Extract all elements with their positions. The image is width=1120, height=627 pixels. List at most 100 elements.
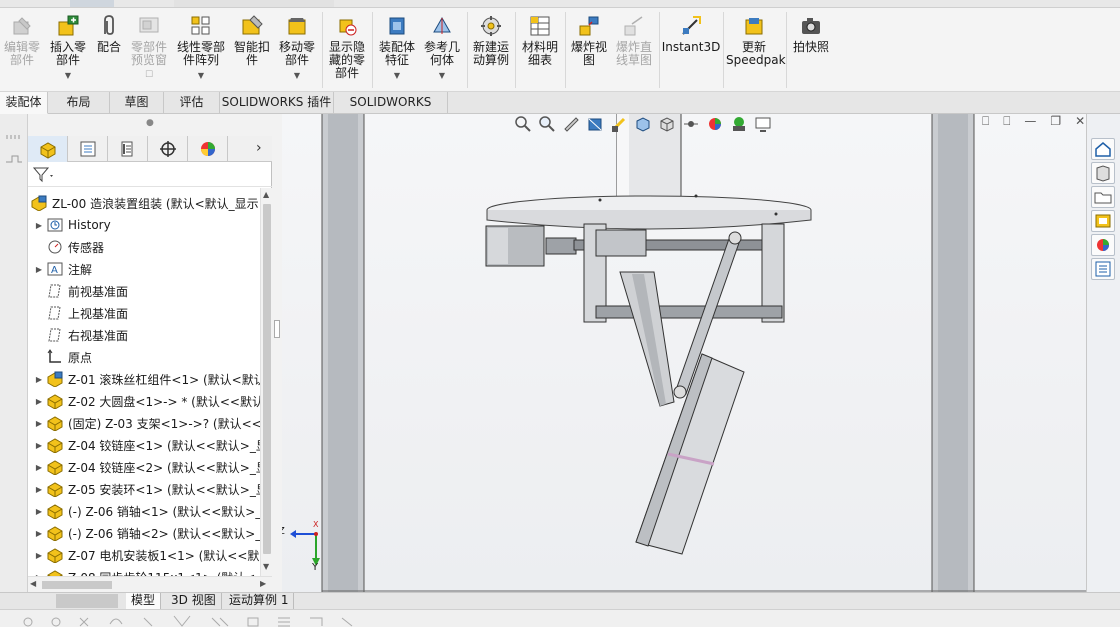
- expand-arrow-icon[interactable]: ▶: [32, 375, 46, 384]
- linear-pattern-button[interactable]: 线性零部件阵列 ▼: [174, 14, 228, 82]
- assembly-features-button[interactable]: 装配体特征 ▼: [376, 14, 418, 82]
- graphics-area[interactable]: ⎕ ⎕ — ❐ ✕ Z Y X: [282, 114, 1086, 592]
- section-view-icon[interactable]: [586, 115, 604, 133]
- close-icon[interactable]: ✕: [1075, 114, 1085, 134]
- appearances-tab[interactable]: [1091, 234, 1115, 256]
- show-hidden-components-button[interactable]: 显示隐藏的零部件: [326, 14, 368, 80]
- scroll-right-icon[interactable]: ▶: [260, 579, 266, 588]
- move-component-button[interactable]: 移动零部件 ▼: [277, 14, 317, 82]
- tree-node[interactable]: ▶ (-) Z-06 销轴<2> (默认<<默认>_: [28, 522, 260, 544]
- update-speedpak-button[interactable]: 更新Speedpak: [726, 14, 786, 67]
- dimxpert-tab[interactable]: [148, 136, 188, 162]
- bill-of-materials-button[interactable]: 材料明细表: [518, 14, 562, 67]
- tree-node[interactable]: ▶ History: [28, 214, 111, 236]
- property-manager-tab[interactable]: [68, 136, 108, 162]
- expand-arrow-icon[interactable]: ▶: [32, 551, 46, 560]
- hide-show-items-icon[interactable]: [682, 115, 700, 133]
- instant3d-button[interactable]: Instant3D: [662, 14, 720, 54]
- vertical-scrollbar[interactable]: ▲ ▼: [260, 188, 272, 576]
- tree-node[interactable]: ▶ Z-05 安装环<1> (默认<<默认>_显: [28, 478, 260, 500]
- tree-node[interactable]: ▶ Z-04 铰链座<2> (默认<<默认>_显: [28, 456, 260, 478]
- display-style-icon[interactable]: [658, 115, 676, 133]
- expand-arrow-icon[interactable]: ▶: [32, 397, 46, 406]
- gutter-icon[interactable]: [0, 128, 28, 188]
- dynamic-annotation-icon[interactable]: [610, 115, 628, 133]
- tab-solidworks-addins[interactable]: SOLIDWORKS 插件: [220, 92, 334, 114]
- view-orientation-icon[interactable]: [634, 115, 652, 133]
- tree-node[interactable]: ▶ Z-04 铰链座<1> (默认<<默认>_显: [28, 434, 260, 456]
- split-right-icon[interactable]: ⎕: [1003, 114, 1010, 134]
- chevron-down-icon[interactable]: ▼: [294, 69, 300, 82]
- take-snapshot-button[interactable]: 拍快照: [790, 14, 832, 54]
- tree-node[interactable]: ▶ Z-01 滚珠丝杠组件<1> (默认<默认: [28, 368, 260, 390]
- custom-properties-tab[interactable]: [1091, 258, 1115, 280]
- smart-fasteners-button[interactable]: 智能扣件: [232, 14, 272, 67]
- expand-arrow-icon[interactable]: ▶: [32, 265, 46, 274]
- chevron-down-icon[interactable]: ▼: [65, 69, 71, 82]
- design-library-tab[interactable]: [1091, 162, 1115, 184]
- view-palette-tab[interactable]: [1091, 210, 1115, 232]
- chevron-down-icon[interactable]: ▼: [198, 69, 204, 82]
- configuration-manager-tab[interactable]: [108, 136, 148, 162]
- feature-manager-tab[interactable]: [28, 136, 68, 162]
- restore-icon[interactable]: ❐: [1050, 114, 1061, 134]
- scrollbar-thumb[interactable]: [42, 581, 112, 589]
- display-manager-tab[interactable]: [188, 136, 228, 162]
- quick-access-tools[interactable]: [174, 0, 334, 7]
- tree-node[interactable]: 前视基准面: [28, 280, 128, 302]
- chevron-down-icon[interactable]: ▼: [394, 69, 400, 82]
- tree-node[interactable]: ▶ (-) Z-06 销轴<1> (默认<<默认>_: [28, 500, 260, 522]
- mate-button[interactable]: 配合: [94, 14, 124, 54]
- explode-line-sketch-button[interactable]: 爆炸直线草图: [612, 14, 656, 67]
- horizontal-scrollbar[interactable]: ◀ ▶: [28, 576, 272, 592]
- exploded-view-button[interactable]: 爆炸视图: [568, 14, 610, 67]
- tree-node[interactable]: ▶ Z-07 电机安装板1<1> (默认<<默: [28, 544, 259, 566]
- expand-arrow-icon[interactable]: ▶: [32, 529, 46, 538]
- file-explorer-tab[interactable]: [1091, 186, 1115, 208]
- tree-node[interactable]: ▶ (固定) Z-03 支架<1>->? (默认<<: [28, 412, 260, 434]
- component-preview-button[interactable]: 零部件预览窗 ☐: [128, 14, 170, 82]
- expand-arrow-icon[interactable]: ▶: [32, 463, 46, 472]
- chevron-right-icon[interactable]: ›: [256, 140, 262, 156]
- quick-access-box[interactable]: [70, 0, 114, 7]
- new-motion-study-button[interactable]: 新建运动算例: [470, 14, 512, 67]
- reference-geometry-button[interactable]: 参考几何体 ▼: [420, 14, 464, 82]
- solidworks-resources-tab[interactable]: [1091, 138, 1115, 160]
- chevron-down-icon[interactable]: ▼: [439, 69, 445, 82]
- tree-node[interactable]: 右视基准面: [28, 324, 128, 346]
- scroll-down-icon[interactable]: ▼: [263, 562, 269, 571]
- scroll-up-icon[interactable]: ▲: [263, 190, 269, 199]
- tree-node[interactable]: ▶ A 注解: [28, 258, 92, 280]
- splitter-handle[interactable]: [274, 320, 280, 338]
- tab-layout[interactable]: 布局: [48, 92, 110, 114]
- zoom-to-fit-icon[interactable]: [514, 115, 532, 133]
- tree-node[interactable]: 原点: [28, 346, 92, 368]
- tab-sketch[interactable]: 草图: [110, 92, 164, 114]
- apply-scene-icon[interactable]: [730, 115, 748, 133]
- expand-arrow-icon[interactable]: ▶: [32, 419, 46, 428]
- tree-node[interactable]: 传感器: [28, 236, 104, 258]
- minimize-icon[interactable]: —: [1024, 114, 1036, 134]
- expand-arrow-icon[interactable]: ▶: [32, 221, 46, 230]
- panel-splitter[interactable]: [272, 114, 282, 592]
- panel-grip[interactable]: ●: [28, 114, 272, 136]
- edit-component-button[interactable]: 编辑零部件: [2, 14, 42, 67]
- filter-bar[interactable]: [28, 163, 272, 187]
- expand-arrow-icon[interactable]: ▶: [32, 485, 46, 494]
- split-left-icon[interactable]: ⎕: [982, 114, 989, 134]
- tree-node[interactable]: 上视基准面: [28, 302, 128, 324]
- zoom-to-area-icon[interactable]: [538, 115, 556, 133]
- expand-arrow-icon[interactable]: ▶: [32, 507, 46, 516]
- tab-nav-arrows[interactable]: [56, 594, 118, 608]
- scrollbar-thumb[interactable]: [263, 204, 271, 554]
- scroll-left-icon[interactable]: ◀: [30, 579, 36, 588]
- previous-view-icon[interactable]: [562, 115, 580, 133]
- tab-model[interactable]: 模型: [126, 593, 162, 609]
- tab-assembly[interactable]: 装配体: [0, 92, 48, 114]
- tab-motion-study[interactable]: 运动算例 1: [224, 593, 295, 609]
- edit-appearance-icon[interactable]: [706, 115, 724, 133]
- insert-component-button[interactable]: 插入零部件 ▼: [48, 14, 88, 82]
- tree-root-assembly[interactable]: ZL-00 造浪装置组装 (默认<默认_显示: [28, 192, 259, 214]
- checkbox-icon[interactable]: ☐: [145, 69, 153, 82]
- expand-arrow-icon[interactable]: ▶: [32, 441, 46, 450]
